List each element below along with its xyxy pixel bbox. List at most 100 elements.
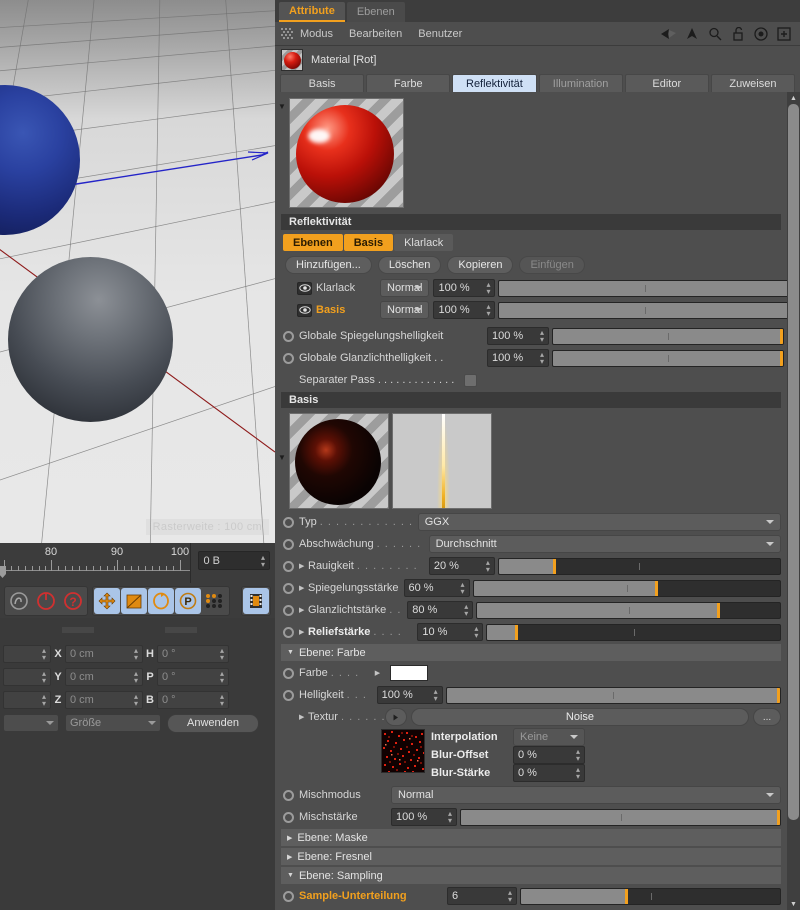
noise-texture-thumbnail[interactable] bbox=[381, 729, 425, 773]
checkbox-separater-pass[interactable] bbox=[464, 373, 477, 387]
layer-row-basis[interactable]: Basis Normal 100 % ▴ ▾ bbox=[275, 300, 793, 320]
plus-box-icon[interactable] bbox=[774, 25, 794, 43]
copy-layer-button[interactable]: Kopieren bbox=[447, 256, 514, 274]
stepper-icon[interactable]: ▴ ▾ bbox=[261, 553, 265, 568]
coord-blank-y[interactable]: ▴ ▾ bbox=[3, 667, 51, 686]
tab-farbe[interactable]: Farbe bbox=[366, 74, 451, 94]
coord-size-select[interactable]: Größe bbox=[65, 714, 161, 732]
param-radio-icon[interactable] bbox=[283, 626, 294, 638]
slider-glanzlichtstaerke[interactable] bbox=[476, 601, 781, 619]
material-preview[interactable] bbox=[289, 98, 404, 208]
slider-reliefstaerke[interactable] bbox=[486, 623, 781, 641]
viewport-toolbar[interactable]: ? P bbox=[0, 583, 275, 618]
lock-icon[interactable] bbox=[728, 25, 748, 43]
section-ebene-sampling[interactable]: ▼ Ebene: Sampling bbox=[281, 867, 781, 884]
param-radio-icon[interactable] bbox=[283, 789, 294, 801]
segment-basis[interactable]: Basis bbox=[343, 234, 394, 251]
tab-illumination[interactable]: Illumination bbox=[538, 74, 623, 94]
slider-globale-spiegelungshelligkeit[interactable] bbox=[552, 327, 784, 345]
slider-sample-unterteilung[interactable] bbox=[520, 887, 781, 905]
scrollbar-thumb[interactable] bbox=[788, 104, 799, 820]
texture-arrow-button[interactable] bbox=[384, 708, 407, 726]
eye-icon[interactable] bbox=[297, 303, 312, 317]
expand-triangle-icon[interactable]: ▶ bbox=[299, 562, 308, 570]
field-reliefstaerke[interactable]: 10 % ▴ ▾ bbox=[417, 623, 484, 641]
select-typ[interactable]: GGX bbox=[417, 513, 781, 531]
menu-bearbeiten[interactable]: Bearbeiten bbox=[349, 28, 402, 40]
param-radio-icon[interactable] bbox=[283, 516, 294, 528]
param-radio-icon[interactable] bbox=[283, 604, 294, 616]
layer-amount-slider-basis[interactable] bbox=[498, 301, 793, 319]
param-radio-icon[interactable] bbox=[283, 582, 294, 594]
coord-pos-z[interactable]: 0 cm ▴ ▾ bbox=[65, 690, 143, 709]
coord-blank-z[interactable]: ▴ ▾ bbox=[3, 690, 51, 709]
scroll-down-icon[interactable]: ▼ bbox=[787, 898, 800, 910]
back-arrow-icon[interactable] bbox=[659, 25, 679, 43]
layer-amount-slider-klarlack[interactable] bbox=[498, 279, 793, 297]
color-swatch[interactable] bbox=[389, 665, 428, 681]
coord-rot-h[interactable]: 0 ° ▴ ▾ bbox=[157, 644, 229, 663]
coord-pos-x[interactable]: 0 cm ▴ ▾ bbox=[65, 644, 143, 663]
material-thumbnail[interactable] bbox=[281, 49, 303, 71]
select-mischmodus[interactable]: Normal bbox=[391, 786, 781, 804]
coord-rot-p[interactable]: 0 ° ▴ ▾ bbox=[157, 667, 229, 686]
layer-amount-basis[interactable]: 100 % ▴ ▾ bbox=[433, 301, 496, 319]
tab-ebenen[interactable]: Ebenen bbox=[346, 2, 405, 22]
tab-editor[interactable]: Editor bbox=[624, 74, 709, 94]
target-icon[interactable] bbox=[751, 25, 771, 43]
filmstrip-icon[interactable] bbox=[243, 587, 269, 614]
param-radio-icon[interactable] bbox=[283, 538, 294, 550]
field-blur-staerke[interactable]: 0 % ▴ ▾ bbox=[513, 764, 585, 782]
delete-layer-button[interactable]: Löschen bbox=[377, 256, 442, 274]
param-radio-icon[interactable] bbox=[283, 811, 294, 823]
menu-modus[interactable]: Modus bbox=[300, 28, 333, 40]
attribute-scroll-area[interactable]: ▼ Reflektivität Ebenen Basis Klarlack Hi… bbox=[275, 92, 800, 910]
param-radio-icon[interactable] bbox=[283, 667, 294, 679]
basis-collapse-icon[interactable]: ▼ bbox=[275, 413, 289, 462]
tab-reflektivitaet[interactable]: Reflektivität bbox=[452, 74, 537, 94]
tab-basis[interactable]: Basis bbox=[280, 74, 365, 94]
texture-more-button[interactable]: ... bbox=[753, 708, 781, 726]
field-rauigkeit[interactable]: 20 % ▴ ▾ bbox=[428, 557, 495, 575]
move-icon[interactable] bbox=[94, 587, 120, 614]
field-helligkeit[interactable]: 100 % ▴ ▾ bbox=[376, 686, 443, 704]
paste-layer-button[interactable]: Einfügen bbox=[519, 256, 585, 274]
slider-helligkeit[interactable] bbox=[445, 686, 781, 704]
eye-icon[interactable] bbox=[297, 281, 312, 295]
layer-mode-basis[interactable]: Normal bbox=[380, 301, 430, 319]
frame-field[interactable]: 0 B ▴ ▾ bbox=[198, 551, 270, 570]
grip-icon[interactable] bbox=[281, 27, 293, 40]
spline-icon[interactable] bbox=[6, 588, 32, 614]
param-radio-icon[interactable] bbox=[283, 689, 294, 701]
grey-sphere-object[interactable] bbox=[8, 257, 173, 422]
tab-zuweisen[interactable]: Zuweisen bbox=[710, 74, 796, 94]
slider-spiegelungsstaerke[interactable] bbox=[472, 579, 781, 597]
expand-triangle-icon[interactable]: ▶ bbox=[299, 628, 308, 636]
section-ebene-farbe[interactable]: ▼ Ebene: Farbe bbox=[281, 644, 781, 661]
field-spiegelungsstaerke[interactable]: 60 % ▴ ▾ bbox=[403, 579, 470, 597]
slider-mischstaerke[interactable] bbox=[460, 808, 781, 826]
layer-row-klarlack[interactable]: Klarlack Normal 100 % ▴ ▾ bbox=[275, 278, 793, 298]
expand-triangle-icon[interactable]: ▶ bbox=[299, 606, 308, 614]
param-radio-icon[interactable] bbox=[283, 560, 294, 572]
expand-triangle-icon[interactable]: ▶ bbox=[299, 713, 308, 721]
coord-mode-select[interactable] bbox=[3, 714, 59, 732]
select-interpolation[interactable]: Keine bbox=[513, 728, 585, 746]
rotate-icon[interactable] bbox=[148, 587, 174, 614]
select-abschwaechung[interactable]: Durchschnitt bbox=[428, 535, 781, 553]
expand-triangle-icon[interactable]: ▶ bbox=[299, 584, 308, 592]
undo-circle-icon[interactable] bbox=[33, 588, 59, 614]
field-globale-glanzlichthelligkeit[interactable]: 100 % ▴ ▾ bbox=[487, 349, 549, 367]
section-ebene-fresnel[interactable]: ▶ Ebene: Fresnel bbox=[281, 848, 781, 865]
layer-mode-klarlack[interactable]: Normal bbox=[380, 279, 430, 297]
tab-attribute[interactable]: Attribute bbox=[279, 2, 345, 22]
brdf-graph-preview[interactable] bbox=[392, 413, 492, 509]
layer-amount-klarlack[interactable]: 100 % ▴ ▾ bbox=[433, 279, 496, 297]
section-ebene-maske[interactable]: ▶ Ebene: Maske bbox=[281, 829, 781, 846]
add-layer-button[interactable]: Hinzufügen... bbox=[285, 256, 372, 274]
param-radio-icon[interactable] bbox=[283, 352, 294, 364]
preview-collapse-icon[interactable]: ▼ bbox=[275, 98, 289, 208]
p-circle-icon[interactable]: P bbox=[175, 587, 201, 614]
3d-viewport[interactable]: Rasterweite : 100 cm bbox=[0, 0, 275, 543]
expand-triangle-icon[interactable]: ▶ bbox=[375, 669, 384, 677]
